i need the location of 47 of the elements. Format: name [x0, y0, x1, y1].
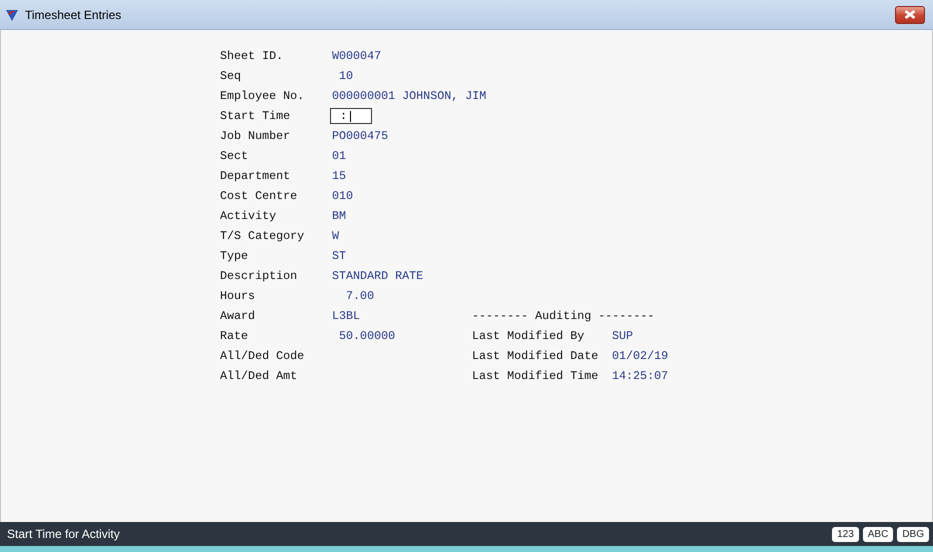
- field-label: Activity: [220, 209, 276, 223]
- field-label: Type: [220, 249, 248, 263]
- window-title: Timesheet Entries: [25, 8, 122, 22]
- mode-indicator: DBG: [897, 526, 929, 542]
- field-value: 7.00: [345, 289, 374, 303]
- field-value: STANDARD RATE: [332, 269, 424, 283]
- field-value: SUP: [612, 329, 634, 343]
- field-label: Cost Centre: [220, 189, 298, 203]
- field-value: 10: [338, 69, 354, 83]
- field-label: Hours: [220, 289, 256, 303]
- field-value: PO000475: [332, 129, 388, 143]
- field-label: Award: [220, 309, 256, 323]
- field-value: L3BL: [332, 309, 360, 323]
- field-label: Sheet ID.: [220, 49, 284, 63]
- field-value: 50.00000: [338, 329, 396, 343]
- field-label: Employee No.: [220, 89, 304, 103]
- close-icon: [904, 10, 916, 19]
- field-label: Last Modified Time: [472, 369, 598, 383]
- field-value: 010: [332, 189, 354, 203]
- field-label: All/Ded Code: [220, 349, 304, 363]
- field-label: Last Modified Date: [472, 349, 598, 363]
- field-label: Seq: [220, 69, 242, 83]
- field-value: 000000001 JOHNSON, JIM: [332, 89, 486, 103]
- field-label: Job Number: [220, 129, 290, 143]
- field-value: 01/02/19: [612, 349, 668, 363]
- field-label: All/Ded Amt: [220, 369, 298, 383]
- field-value: W: [332, 229, 340, 243]
- field-label: Description: [220, 269, 298, 283]
- field-label: Sect: [220, 149, 248, 163]
- status-text: Start Time for Activity: [7, 527, 121, 541]
- section-heading: -------- Auditing --------: [472, 309, 654, 323]
- field-label: Department: [220, 169, 290, 183]
- close-button[interactable]: [895, 6, 925, 24]
- field-label: Last Modified By: [472, 329, 584, 343]
- field-label: Start Time: [220, 109, 290, 123]
- field-label: T/S Category: [220, 229, 304, 243]
- mode-indicator: 123: [832, 526, 859, 542]
- field-value: W000047: [332, 49, 382, 63]
- field-value: BM: [332, 209, 346, 223]
- mode-indicator: ABC: [862, 526, 894, 542]
- app-logo-icon: [5, 8, 19, 22]
- field-value: 15: [332, 169, 346, 183]
- field-label: Rate: [220, 329, 248, 343]
- field-value: 14:25:07: [612, 369, 668, 383]
- start-time-field[interactable]: :: [330, 108, 372, 124]
- field-value: ST: [332, 249, 346, 263]
- field-value: 01: [332, 149, 346, 163]
